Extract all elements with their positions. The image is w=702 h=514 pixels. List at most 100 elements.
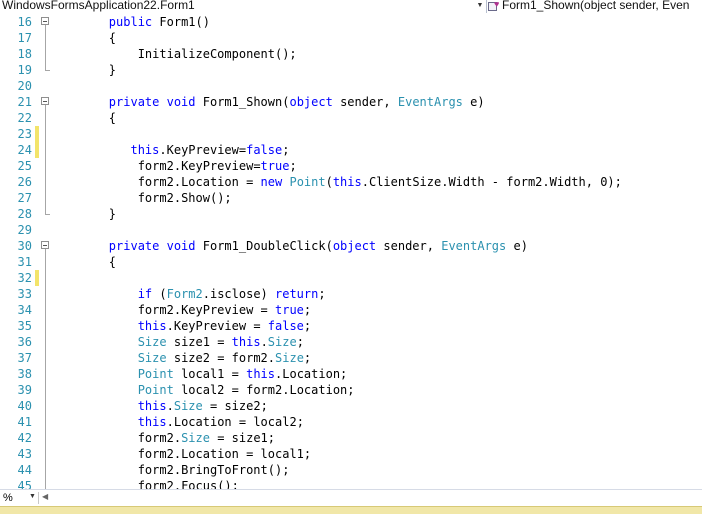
code-text: Point local2 = form2.Location; (137, 383, 355, 397)
code-line[interactable]: 43 form2.Location = local1; (0, 446, 702, 462)
line-number: 36 (17, 335, 32, 349)
code-line[interactable]: 26 form2.Location = new Point(this.Clien… (0, 174, 702, 190)
collapse-icon[interactable] (41, 97, 49, 105)
outline-guide (45, 105, 46, 214)
code-text: this.Location = local2; (137, 415, 304, 429)
code-line[interactable]: 24 this.KeyPreview=false; (0, 142, 702, 158)
line-number: 23 (17, 127, 32, 141)
outline-guide (45, 249, 46, 489)
line-number: 30 (17, 239, 32, 253)
code-text: } (51, 207, 117, 221)
code-line[interactable]: 35 this.KeyPreview = false; (0, 318, 702, 334)
scroll-left-icon[interactable]: ◀ (42, 492, 48, 501)
code-editor[interactable]: 16 public Form1() 17 {18 InitializeCompon… (0, 13, 702, 489)
change-marker (35, 126, 39, 142)
code-text: } (51, 63, 117, 77)
code-text: public Form1() (108, 15, 210, 29)
line-number: 31 (17, 255, 32, 269)
line-number: 41 (17, 415, 32, 429)
line-number: 39 (17, 383, 32, 397)
code-line[interactable]: 44 form2.BringToFront(); (0, 462, 702, 478)
code-text: form2.KeyPreview = true; (137, 303, 312, 317)
class-selector-dropdown[interactable]: WindowsFormsApplication22.Form1 (0, 0, 487, 13)
code-line[interactable]: 42 form2.Size = size1; (0, 430, 702, 446)
code-text: form2.Show(); (137, 191, 232, 205)
code-text: Point local1 = this.Location; (137, 367, 348, 381)
code-line[interactable]: 29 (0, 222, 702, 238)
code-text: form2.Location = local1; (137, 447, 312, 461)
code-text: if (Form2.isclose) return; (137, 287, 326, 301)
code-text: this.Size = size2; (137, 399, 268, 413)
code-text: private void Form1_Shown(object sender, … (108, 95, 485, 109)
line-number: 19 (17, 63, 32, 77)
line-number: 43 (17, 447, 32, 461)
code-line[interactable]: 27 form2.Show(); (0, 190, 702, 206)
line-number: 29 (17, 223, 32, 237)
divider (38, 492, 39, 504)
line-number: 16 (17, 15, 32, 29)
code-line[interactable]: 19 } (0, 62, 702, 78)
line-number: 27 (17, 191, 32, 205)
code-text: { (51, 31, 117, 45)
method-icon: ♥ (488, 0, 500, 11)
code-line[interactable]: 33 if (Form2.isclose) return; (0, 286, 702, 302)
code-line[interactable]: 38 Point local1 = this.Location; (0, 366, 702, 382)
code-text: { (51, 255, 117, 269)
code-line[interactable]: 31 { (0, 254, 702, 270)
line-number: 21 (17, 95, 32, 109)
code-line[interactable]: 23 (0, 126, 702, 142)
member-selector-value: Form1_Shown(object sender, Even (502, 0, 690, 12)
line-number: 17 (17, 31, 32, 45)
line-number: 18 (17, 47, 32, 61)
code-line[interactable]: 36 Size size1 = this.Size; (0, 334, 702, 350)
line-number: 33 (17, 287, 32, 301)
code-line[interactable]: 17 { (0, 30, 702, 46)
code-text: Size size1 = this.Size; (137, 335, 304, 349)
change-marker (35, 270, 39, 286)
code-line[interactable]: 20 (0, 78, 702, 94)
line-number: 20 (17, 79, 32, 93)
code-line[interactable]: 40 this.Size = size2; (0, 398, 702, 414)
line-number: 25 (17, 159, 32, 173)
code-line[interactable]: 32 (0, 270, 702, 286)
code-line[interactable]: 34 form2.KeyPreview = true; (0, 302, 702, 318)
line-number: 28 (17, 207, 32, 221)
code-line[interactable]: 37 Size size2 = form2.Size; (0, 350, 702, 366)
code-line[interactable]: 30 private void Form1_DoubleClick(object… (0, 238, 702, 254)
code-text: this.KeyPreview = false; (137, 319, 312, 333)
code-text: { (51, 111, 117, 125)
collapse-icon[interactable] (41, 241, 49, 249)
line-number: 35 (17, 319, 32, 333)
change-marker (35, 142, 39, 158)
line-number: 44 (17, 463, 32, 477)
line-number: 22 (17, 111, 32, 125)
navigation-bar: WindowsFormsApplication22.Form1 ▼ ♥ Form1… (0, 0, 702, 14)
code-line[interactable]: 28 } (0, 206, 702, 222)
outline-end (45, 70, 50, 71)
line-number: 34 (17, 303, 32, 317)
zoom-level[interactable]: % (3, 492, 13, 504)
code-line[interactable]: 39 Point local2 = form2.Location; (0, 382, 702, 398)
code-line[interactable]: 16 public Form1() (0, 14, 702, 30)
code-text: this.KeyPreview=false; (130, 143, 290, 157)
line-number: 38 (17, 367, 32, 381)
line-number: 40 (17, 399, 32, 413)
code-line[interactable]: 18 InitializeComponent(); (0, 46, 702, 62)
collapse-icon[interactable] (41, 17, 49, 25)
code-line[interactable]: 22 { (0, 110, 702, 126)
member-selector-dropdown[interactable]: ♥ Form1_Shown(object sender, Even (488, 0, 702, 13)
line-number: 26 (17, 175, 32, 189)
code-line[interactable]: 45 form2.Focus(); (0, 478, 702, 489)
code-text: form2.KeyPreview=true; (137, 159, 297, 173)
chevron-down-icon[interactable]: ▼ (476, 1, 484, 11)
code-text: form2.Focus(); (137, 479, 239, 489)
code-line[interactable]: 41 this.Location = local2; (0, 414, 702, 430)
line-number: 45 (17, 479, 32, 489)
editor-status-strip: % ▼ ◀ (0, 489, 702, 506)
chevron-down-icon[interactable]: ▼ (29, 493, 36, 500)
code-line[interactable]: 21 private void Form1_Shown(object sende… (0, 94, 702, 110)
code-line[interactable]: 25 form2.KeyPreview=true; (0, 158, 702, 174)
line-number: 37 (17, 351, 32, 365)
code-text: Size size2 = form2.Size; (137, 351, 312, 365)
outline-guide (45, 25, 46, 70)
